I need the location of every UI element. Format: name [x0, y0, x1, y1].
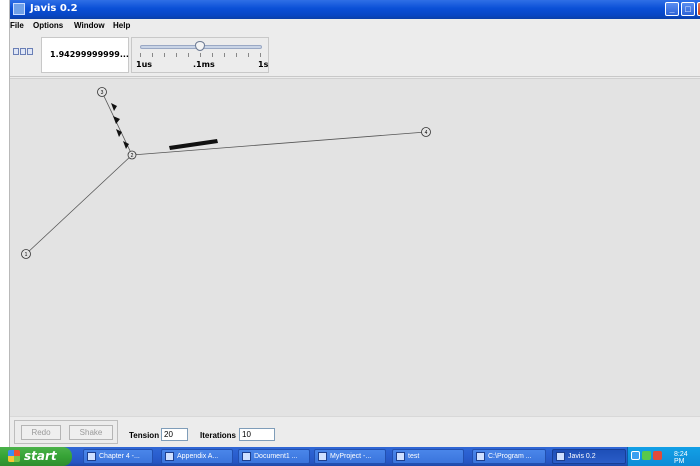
graph-edge: [25, 154, 133, 255]
minimize-button[interactable]: _: [665, 2, 679, 16]
graph-node[interactable]: 1: [21, 249, 31, 259]
slider-label-mid: .1ms: [193, 60, 215, 69]
taskbar-item[interactable]: MyProject -...: [314, 449, 386, 464]
taskbar-item-label: Appendix A...: [177, 453, 219, 460]
maximize-button[interactable]: □: [681, 2, 695, 16]
node-label: 2: [131, 153, 134, 159]
word-icon: [87, 452, 96, 461]
button-group: Redo Shake: [14, 420, 118, 444]
taskbar-item[interactable]: Chapter 4 -...: [83, 449, 153, 464]
project-icon: [318, 452, 327, 461]
menu-options[interactable]: Options: [33, 21, 63, 30]
network-icon[interactable]: [631, 451, 640, 460]
taskbar-item-label: Document1 ...: [254, 453, 298, 460]
node-label: 1: [25, 252, 28, 258]
graph-canvas[interactable]: 1 2 3 4: [10, 78, 700, 416]
graph-node[interactable]: 4: [421, 127, 431, 137]
menu-bar: File Options Window Help: [10, 19, 700, 33]
menu-window[interactable]: Window: [74, 21, 105, 30]
speed-slider[interactable]: 1us .1ms 1s: [131, 37, 269, 73]
folder-icon: [396, 452, 405, 461]
toolbar: 1.94299999999... 1us .1ms 1s: [10, 33, 700, 77]
word-icon: [242, 452, 251, 461]
node-label: 3: [101, 90, 104, 96]
security-icon[interactable]: [653, 451, 662, 460]
slider-thumb[interactable]: [195, 41, 205, 51]
value-display-text: 1.94299999999...: [50, 50, 129, 59]
shake-button[interactable]: Shake: [69, 425, 113, 440]
console-icon: [476, 452, 485, 461]
node-label: 4: [425, 130, 428, 136]
window-title: Javis 0.2: [30, 3, 78, 14]
taskbar-item-label: Javis 0.2: [568, 453, 596, 460]
taskbar-item[interactable]: test: [392, 449, 464, 464]
taskbar-item[interactable]: C:\Program ...: [472, 449, 546, 464]
taskbar-item-label: MyProject -...: [330, 453, 372, 460]
menu-help[interactable]: Help: [113, 21, 130, 30]
control-bar: Redo Shake Tension 20 Iterations 10: [10, 416, 700, 447]
taskbar-item[interactable]: Document1 ...: [238, 449, 310, 464]
iterations-label: Iterations: [200, 431, 237, 440]
title-bar[interactable]: Javis 0.2 _ □ ×: [10, 0, 700, 19]
graph-edge: [131, 131, 427, 156]
windows-flag-icon: [8, 450, 20, 462]
tension-input[interactable]: 20: [161, 428, 188, 441]
iterations-input[interactable]: 10: [239, 428, 275, 441]
taskbar: start Chapter 4 -... Appendix A... Docum…: [0, 447, 700, 466]
start-button[interactable]: start: [0, 447, 72, 466]
tray-app-icon[interactable]: [642, 451, 651, 460]
value-display: 1.94299999999...: [41, 37, 129, 73]
menu-file[interactable]: File: [10, 21, 24, 30]
start-label: start: [24, 449, 57, 463]
clock[interactable]: 8:24 PM: [674, 451, 700, 465]
slider-label-max: 1s: [258, 60, 269, 69]
taskbar-item-label: C:\Program ...: [488, 453, 532, 460]
graph-node[interactable]: 3: [97, 87, 107, 97]
graph-node[interactable]: 2: [127, 150, 137, 160]
system-tray: 8:24 PM: [627, 447, 700, 466]
slider-ticks: [140, 53, 262, 57]
tension-label: Tension: [129, 431, 160, 440]
graph-svg[interactable]: 1 2 3 4: [10, 79, 700, 417]
taskbar-item-label: test: [408, 453, 420, 460]
app-icon: [13, 3, 25, 15]
toolbar-grip-icon[interactable]: [13, 48, 35, 58]
slider-label-min: 1us: [136, 60, 153, 69]
redo-button[interactable]: Redo: [21, 425, 61, 440]
taskbar-item-label: Chapter 4 -...: [99, 453, 140, 460]
application-window: Javis 0.2 _ □ × File Options Window Help…: [9, 0, 700, 447]
java-icon: [556, 452, 565, 461]
force-arrows: [111, 103, 218, 150]
taskbar-item[interactable]: Appendix A...: [161, 449, 233, 464]
taskbar-item-active[interactable]: Javis 0.2: [552, 449, 626, 464]
word-icon: [165, 452, 174, 461]
